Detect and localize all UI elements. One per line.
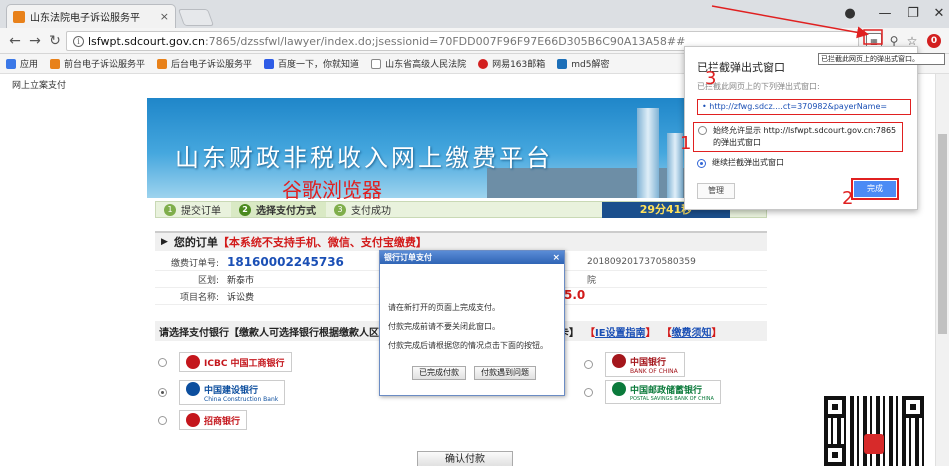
annotation-number-2: 2	[842, 188, 854, 209]
block-radio[interactable]	[697, 158, 706, 168]
payment-notice-link[interactable]: 缴费须知	[672, 324, 712, 339]
done-button[interactable]: 完成	[854, 181, 896, 197]
court-favicon-icon	[157, 58, 168, 69]
bank-option-ccb[interactable]: 中国建设银行 China Construction Bank	[158, 380, 286, 405]
profile-icon[interactable]: ●	[835, 2, 865, 24]
dialog-body: 请在新打开的页面上完成支付。 付款完成前请不要关闭此窗口。 付款完成后请根据您的…	[388, 303, 548, 350]
bank-option-icbc[interactable]: ICBC 中国工商银行	[158, 352, 292, 372]
dialog-close-icon[interactable]: ×	[552, 253, 560, 263]
manage-button[interactable]: 管理	[697, 183, 735, 199]
md5-site-icon	[557, 58, 568, 69]
psbc-logo-icon	[612, 382, 626, 396]
bookmark-baidu[interactable]: 百度一下，你就知道	[264, 57, 359, 70]
payment-problem-button[interactable]: 付款遇到问题	[474, 366, 536, 380]
allow-radio[interactable]	[698, 126, 707, 135]
popup-blocked-bubble: 已拦截弹出式窗口 已拦截此网页上的下列弹出式窗口: • http://zfwg.…	[684, 46, 918, 210]
banner-title: 山东财政非税收入网上缴费平台	[175, 144, 553, 172]
url-host: lsfwpt.sdcourt.gov.cn	[88, 34, 205, 48]
bank-option-cmb[interactable]: 招商银行	[158, 410, 248, 430]
seal-icon	[864, 434, 884, 454]
confirm-payment-button[interactable]: 确认付款	[417, 451, 513, 466]
site-favicon-icon	[13, 10, 25, 23]
step-submit-order: 1 提交订单	[156, 202, 231, 217]
netease-icon	[478, 58, 489, 69]
bank-radio[interactable]	[158, 415, 167, 425]
document-icon	[371, 58, 382, 69]
court-favicon-icon	[50, 58, 61, 69]
bank-radio[interactable]	[158, 388, 167, 397]
keep-blocking-option[interactable]: 继续拦截弹出式窗口	[697, 157, 784, 168]
extension-icon[interactable]: 0	[926, 33, 942, 49]
bookmark-163-mail[interactable]: 网易163邮箱	[478, 57, 545, 70]
unsupported-warning: 【本系统不支持手机、微信、支付宝缴费】	[217, 236, 427, 249]
triangle-right-icon: ▶	[161, 237, 168, 247]
bookmark-high-court[interactable]: 山东省高级人民法院	[371, 57, 466, 70]
url-path: :7865/dzssfwl/lawyer/index.do;jsessionid…	[204, 34, 686, 48]
bank-payment-dialog: 银行订单支付 × 请在新打开的页面上完成支付。 付款完成前请不要关闭此窗口。 付…	[379, 250, 565, 396]
bookmark-front-portal[interactable]: 前台电子诉讼服务平	[50, 57, 145, 70]
scrollbar-thumb[interactable]	[938, 134, 947, 334]
tab-close-icon[interactable]: ×	[160, 10, 169, 23]
tab-title: 山东法院电子诉讼服务平	[30, 13, 140, 24]
reload-icon[interactable]: ↻	[46, 32, 64, 50]
done-button-highlight: 完成	[851, 178, 899, 200]
annotation-number-1: 1	[680, 133, 692, 154]
popup-blocked-tooltip: 已拦截此网页上的弹出式窗口。	[818, 53, 945, 65]
ccb-logo-icon	[186, 382, 200, 396]
annotation-number-3: 3	[705, 68, 717, 89]
cmb-logo-icon	[186, 413, 200, 427]
site-info-icon[interactable]: i	[73, 35, 84, 47]
blocked-popup-link[interactable]: • http://zfwg.sdcz....ct=370982&payerNam…	[697, 99, 911, 115]
payment-done-button[interactable]: 已完成付款	[412, 366, 466, 380]
back-icon[interactable]: ←	[6, 32, 24, 50]
order-number: 18160002245736	[227, 255, 344, 269]
payment-banner: 山东财政非税收入网上缴费平台	[147, 98, 771, 198]
new-tab-button[interactable]	[177, 9, 215, 26]
step-payment-success: 3 支付成功	[326, 202, 401, 217]
browser-tab[interactable]: 山东法院电子诉讼服务平 ×	[6, 4, 176, 28]
minimize-icon[interactable]: —	[870, 2, 900, 24]
bookmark-md5[interactable]: md5解密	[557, 57, 609, 70]
apps-grid-icon	[6, 58, 16, 69]
bookmark-apps[interactable]: 应用	[6, 57, 38, 70]
step-choose-payment: 2 选择支付方式	[231, 202, 326, 217]
qr-code-icon	[824, 396, 924, 466]
bank-radio[interactable]	[584, 360, 593, 369]
tab-strip: 山东法院电子诉讼服务平 × ● — ❐ ✕	[0, 0, 949, 28]
boc-logo-icon	[612, 354, 626, 368]
forward-icon[interactable]: →	[26, 32, 44, 50]
bank-radio[interactable]	[158, 357, 167, 367]
bank-option-boc[interactable]: 中国银行 BANK OF CHINA	[584, 352, 685, 377]
dialog-titlebar: 银行订单支付 ×	[380, 251, 564, 264]
browser-annotation: 谷歌浏览器	[282, 178, 382, 202]
icbc-logo-icon	[186, 355, 200, 369]
order-section-title: ▶ 您的订单 【本系统不支持手机、微信、支付宝缴费】	[155, 231, 767, 251]
ie-setup-guide-link[interactable]: IE设置指南	[595, 324, 646, 339]
bank-radio[interactable]	[584, 387, 593, 397]
bookmark-back-portal[interactable]: 后台电子诉讼服务平	[157, 57, 252, 70]
bank-option-psbc[interactable]: 中国邮政储蓄银行 POSTAL SAVINGS BANK OF CHINA	[584, 380, 721, 404]
always-allow-option[interactable]: 始终允许显示 http://lsfwpt.sdcourt.gov.cn:7865…	[693, 122, 903, 152]
page-scrollbar[interactable]	[935, 74, 949, 466]
payment-amount: 5.0	[564, 288, 586, 302]
close-window-icon[interactable]: ✕	[924, 2, 949, 24]
baidu-paw-icon	[264, 58, 275, 69]
